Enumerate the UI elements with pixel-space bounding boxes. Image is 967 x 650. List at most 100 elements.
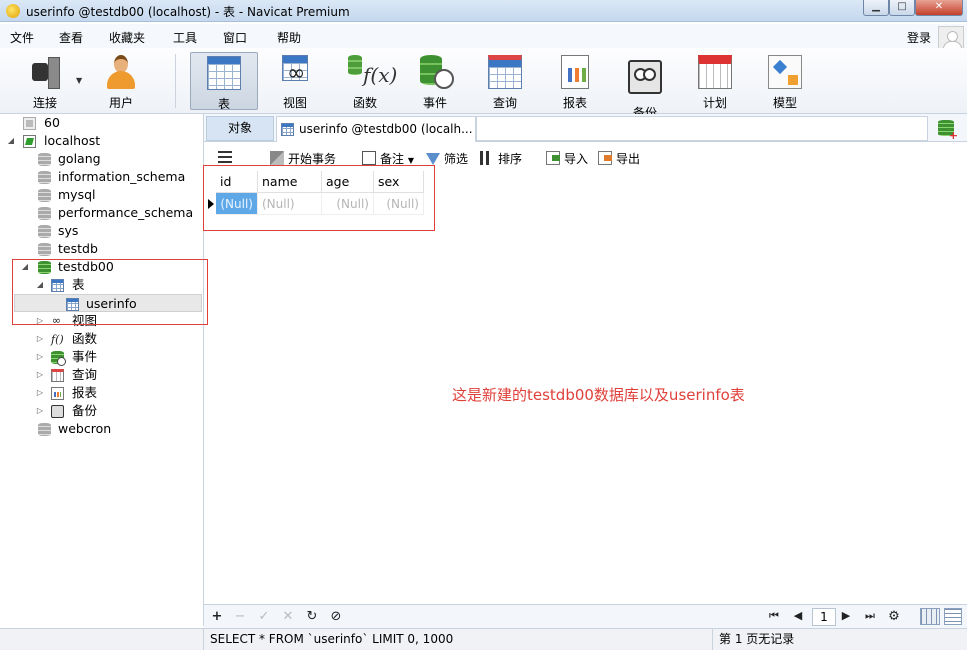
toolbar-query-button[interactable]: 查询 (471, 52, 539, 110)
tree-item-label: mysql (58, 187, 96, 202)
tree-item-label: information_schema (58, 169, 186, 184)
export-label: 导出 (616, 152, 641, 166)
login-link[interactable]: 登录 (907, 29, 931, 46)
toolbar-event-button[interactable]: 事件 (401, 52, 469, 110)
status-bar: SELECT * FROM `userinfo` LIMIT 0, 1000 第… (0, 628, 967, 650)
discard-changes-button[interactable]: ✕ (280, 609, 296, 624)
tree-item-label: 查询 (72, 367, 98, 382)
previous-page-button[interactable]: ◀ (790, 609, 806, 622)
import-icon (546, 151, 560, 165)
title-bar: userinfo @testdb00 (localhost) - 表 - Nav… (0, 0, 967, 22)
tree-item-webcron[interactable]: webcron (0, 420, 204, 438)
tab-objects[interactable]: 对象 (206, 116, 274, 141)
filter-icon (426, 153, 440, 165)
minimize-button[interactable]: ▁ (863, 0, 889, 16)
tree-item-functions[interactable]: ▷ f() 函数 (0, 330, 204, 348)
grid-settings-button[interactable]: ⚙ (886, 609, 902, 624)
menu-favorites[interactable]: 收藏夹 (109, 29, 145, 46)
toolbar-backup-button[interactable]: 备份 (611, 52, 679, 120)
menu-view[interactable]: 查看 (59, 29, 83, 46)
page-number-input[interactable]: 1 (812, 608, 836, 626)
grid-navigation-bar: + − ✓ ✕ ↻ ⊘ ⏮ ◀ 1 ▶ ⏭ ⚙ (204, 604, 967, 628)
tree-item-label: 报表 (72, 385, 98, 400)
tree-item-label: testdb (58, 241, 98, 256)
add-record-button[interactable]: + (209, 609, 225, 624)
close-button[interactable]: ✕ (915, 0, 963, 16)
toolbar-connect-button[interactable]: 连接 (11, 52, 79, 110)
toolbar-table-button[interactable]: 表 (190, 52, 258, 111)
tree-item-label: 事件 (72, 349, 98, 364)
tree-item-events[interactable]: ▷ 事件 (0, 348, 204, 366)
toolbar-query-label: 查询 (492, 96, 517, 110)
report-icon (561, 55, 589, 89)
begin-transaction-label: 开始事务 (288, 152, 337, 166)
toolbar-function-button[interactable]: f(x) 函数 (331, 52, 399, 110)
tree-item-label: performance_schema (58, 205, 194, 220)
expand-arrow-icon[interactable]: ◢ (6, 132, 16, 150)
view-icon (282, 55, 308, 86)
import-button[interactable]: 导入 (546, 150, 588, 167)
menu-help[interactable]: 帮助 (277, 29, 301, 46)
grid-view-icon[interactable] (920, 608, 940, 625)
tree-item-localhost[interactable]: ◢ localhost (0, 132, 204, 150)
collapse-arrow-icon[interactable]: ▷ (35, 366, 45, 384)
highlight-box-tree (12, 259, 208, 325)
maximize-button[interactable]: □ (889, 0, 915, 16)
tree-item-sys[interactable]: sys (0, 222, 204, 240)
collapse-arrow-icon[interactable]: ▷ (35, 330, 45, 348)
note-label: 备注 (380, 152, 405, 166)
status-sql-text: SELECT * FROM `userinfo` LIMIT 0, 1000 (210, 632, 454, 646)
collapse-arrow-icon[interactable]: ▷ (35, 348, 45, 366)
toolbar-model-label: 模型 (772, 96, 797, 110)
form-view-icon[interactable] (944, 608, 962, 625)
tree-item-label: 60 (44, 115, 60, 130)
tree-item-label: golang (58, 151, 101, 166)
toolbar-view-button[interactable]: 视图 (261, 52, 329, 110)
tree-item-60[interactable]: 60 (0, 114, 204, 132)
tree-item-reports[interactable]: ▷ 报表 (0, 384, 204, 402)
collapse-arrow-icon[interactable]: ▷ (35, 402, 45, 420)
stop-button[interactable]: ⊘ (328, 609, 344, 624)
table-icon (281, 123, 294, 136)
menu-tools[interactable]: 工具 (173, 29, 197, 46)
next-page-button[interactable]: ▶ (838, 609, 854, 622)
apply-changes-button[interactable]: ✓ (256, 609, 272, 624)
menu-file[interactable]: 文件 (10, 29, 34, 46)
tree-item-queries[interactable]: ▷ 查询 (0, 366, 204, 384)
first-page-button[interactable]: ⏮ (766, 609, 782, 623)
tree-item-golang[interactable]: golang (0, 150, 204, 168)
toolbar-schedule-button[interactable]: 计划 (681, 52, 749, 110)
chevron-down-icon: ▼ (407, 156, 414, 165)
export-icon (598, 151, 612, 165)
menu-window[interactable]: 窗口 (223, 29, 247, 46)
tree-item-performance-schema[interactable]: performance_schema (0, 204, 204, 222)
backup-icon (628, 60, 662, 94)
new-table-icon[interactable] (938, 120, 958, 142)
collapse-arrow-icon[interactable]: ▷ (35, 384, 45, 402)
tree-item-testdb[interactable]: testdb (0, 240, 204, 258)
tree-item-mysql[interactable]: mysql (0, 186, 204, 204)
export-button[interactable]: 导出 (598, 150, 640, 167)
menu-icon[interactable] (218, 151, 232, 163)
table-icon (207, 56, 241, 90)
toolbar-model-button[interactable]: 模型 (751, 52, 819, 110)
refresh-button[interactable]: ↻ (304, 609, 320, 624)
import-label: 导入 (564, 152, 589, 166)
database-gray-icon (38, 171, 51, 184)
delete-record-button[interactable]: − (232, 609, 248, 624)
connect-dropdown-arrow-icon[interactable]: ▼ (76, 76, 82, 85)
tree-item-label: localhost (44, 133, 101, 148)
tab-userinfo[interactable]: userinfo @testdb00 (localh... (276, 116, 476, 142)
toolbar-report-button[interactable]: 报表 (541, 52, 609, 110)
sort-button[interactable]: 排序 (480, 150, 522, 167)
database-gray-icon (38, 243, 51, 256)
database-gray-icon (38, 207, 51, 220)
toolbar-user-button[interactable]: 用户 (87, 52, 155, 110)
event-icon (418, 55, 454, 89)
last-page-button[interactable]: ⏭ (862, 609, 878, 623)
tree-item-information-schema[interactable]: information_schema (0, 168, 204, 186)
sort-label: 排序 (498, 152, 523, 166)
database-gray-icon (38, 189, 51, 202)
tree-item-backups[interactable]: ▷ 备份 (0, 402, 204, 420)
toolbar-function-label: 函数 (352, 96, 377, 110)
